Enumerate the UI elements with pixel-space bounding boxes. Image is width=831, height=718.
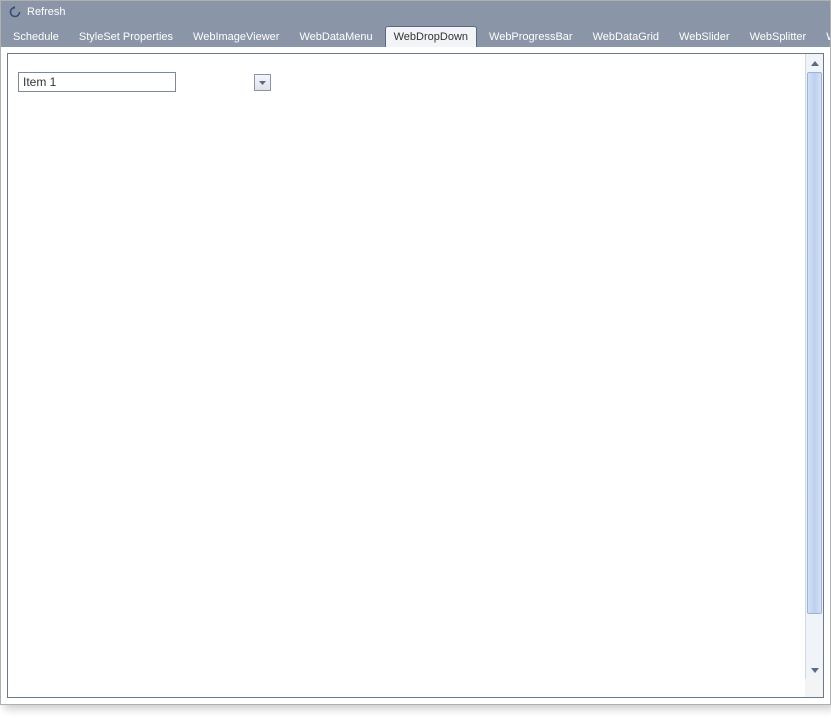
dropdown-input[interactable] [18, 72, 176, 92]
refresh-label[interactable]: Refresh [27, 6, 66, 18]
tab-webdialog[interactable]: WebDialog [818, 27, 830, 47]
tab-websplitter[interactable]: WebSplitter [742, 27, 815, 47]
chevron-down-icon [259, 76, 266, 88]
tab-styleset-properties[interactable]: StyleSet Properties [71, 27, 181, 47]
tab-schedule[interactable]: Schedule [5, 27, 67, 47]
tab-webdatagrid[interactable]: WebDataGrid [585, 27, 667, 47]
tab-webprogressbar[interactable]: WebProgressBar [481, 27, 581, 47]
tab-webdatamenu[interactable]: WebDataMenu [291, 27, 380, 47]
tab-webimageviewer[interactable]: WebImageViewer [185, 27, 287, 47]
refresh-icon[interactable] [9, 6, 21, 18]
scrollbar-thumb[interactable] [807, 72, 822, 614]
scroll-down-arrow-icon[interactable] [806, 661, 824, 679]
app-window: Refresh Schedule StyleSet Properties Web… [0, 0, 831, 705]
header-bar: Refresh [1, 1, 830, 23]
content-area [7, 53, 824, 698]
dropdown-container [18, 72, 795, 92]
tab-webdropdown[interactable]: WebDropDown [385, 26, 477, 47]
scroll-up-arrow-icon[interactable] [806, 54, 824, 72]
scrollbar-track[interactable] [806, 72, 824, 661]
inner-content [8, 54, 805, 679]
tab-webslider[interactable]: WebSlider [671, 27, 738, 47]
vertical-scrollbar[interactable] [805, 54, 823, 679]
scrollbar-corner [805, 679, 823, 697]
dropdown-toggle-button[interactable] [254, 74, 271, 91]
tab-bar: Schedule StyleSet Properties WebImageVie… [1, 23, 830, 47]
